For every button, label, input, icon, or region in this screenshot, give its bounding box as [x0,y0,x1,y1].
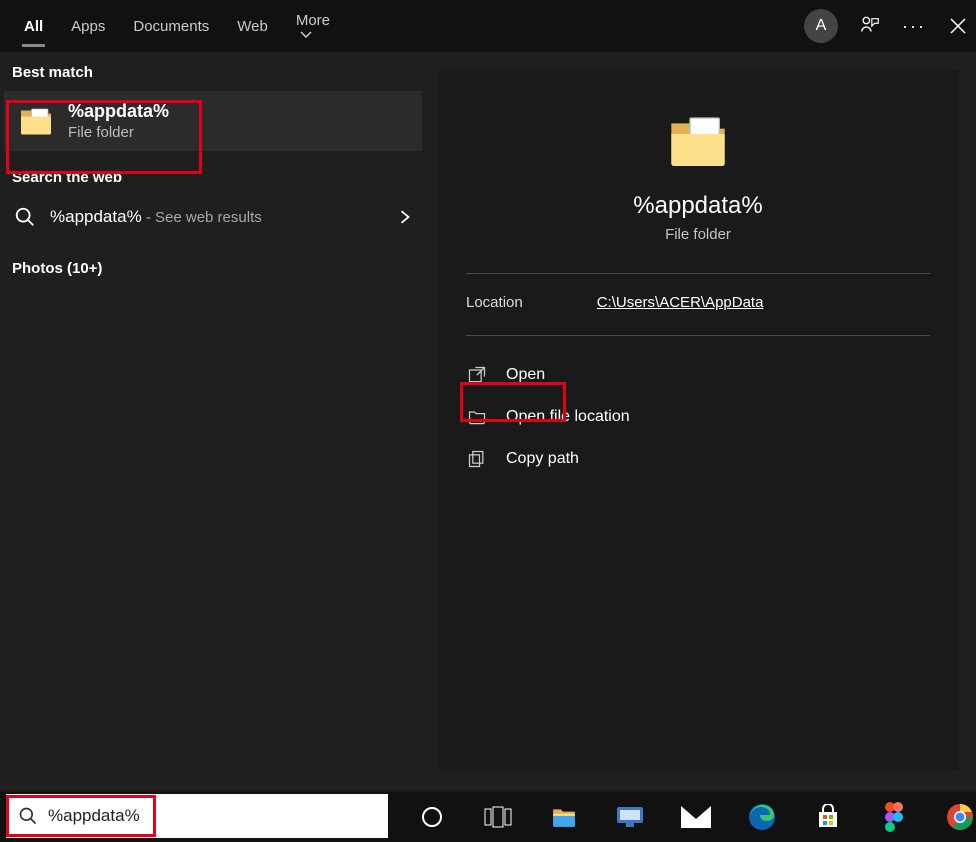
tab-more[interactable]: More [282,0,344,55]
preview-subtitle: File folder [466,226,930,243]
taskbar-app-icon[interactable] [614,801,646,833]
action-open-location-label: Open file location [506,408,630,426]
results-column: Best match %appdata% File folder Search … [0,52,426,791]
action-copy-path-label: Copy path [506,450,579,468]
more-options-icon[interactable]: ··· [902,14,926,38]
taskbar-search-input[interactable] [48,806,376,826]
taskbar-store-icon[interactable] [812,801,844,833]
folder-outline-icon [466,406,488,428]
taskbar-search-box[interactable] [6,794,388,838]
photos-section-label[interactable]: Photos (10+) [0,238,426,299]
search-icon [14,206,36,228]
web-result-query: %appdata% [50,207,142,226]
folder-icon-large [663,110,733,174]
tab-apps[interactable]: Apps [57,4,119,49]
divider [466,273,930,274]
location-label: Location [466,294,523,311]
taskbar-mail-icon[interactable] [680,801,712,833]
windows-search-panel: All Apps Documents Web More A ··· Best m… [0,0,976,791]
action-open-label: Open [506,366,545,384]
best-match-subtitle: File folder [68,124,169,141]
chevron-right-icon [398,210,412,224]
action-copy-path[interactable]: Copy path [466,438,930,480]
chevron-down-icon [300,29,312,41]
divider [466,335,930,336]
search-the-web-label: Search the web [0,151,426,196]
preview-pane: %appdata% File folder Location C:\Users\… [438,70,958,770]
close-button[interactable] [946,14,970,38]
feedback-icon[interactable] [858,14,882,38]
taskbar-chrome-icon[interactable] [944,801,976,833]
best-match-title: %appdata% [68,101,169,122]
preview-column: %appdata% File folder Location C:\Users\… [426,52,976,791]
action-open[interactable]: Open [466,354,930,396]
taskbar-cortana-icon[interactable] [416,801,448,833]
taskbar-figma-icon[interactable] [878,801,910,833]
tab-web[interactable]: Web [223,4,282,49]
best-match-label: Best match [0,52,426,91]
taskbar-edge-icon[interactable] [746,801,778,833]
location-row: Location C:\Users\ACER\AppData [466,292,930,313]
web-result-row[interactable]: %appdata% - See web results [0,196,426,238]
action-open-file-location[interactable]: Open file location [466,396,930,438]
tab-all[interactable]: All [10,4,57,49]
search-icon [18,806,38,826]
open-icon [466,364,488,386]
user-avatar[interactable]: A [804,9,838,43]
web-result-suffix: - See web results [142,209,262,226]
best-match-result[interactable]: %appdata% File folder [4,91,422,151]
location-path-link[interactable]: C:\Users\ACER\AppData [597,294,764,311]
taskbar-taskview-icon[interactable] [482,801,514,833]
folder-icon [18,103,54,139]
taskbar [0,792,976,842]
search-header: All Apps Documents Web More A ··· [0,0,976,52]
preview-title: %appdata% [466,192,930,220]
tab-documents[interactable]: Documents [119,4,223,49]
copy-icon [466,448,488,470]
taskbar-file-explorer-icon[interactable] [548,801,580,833]
